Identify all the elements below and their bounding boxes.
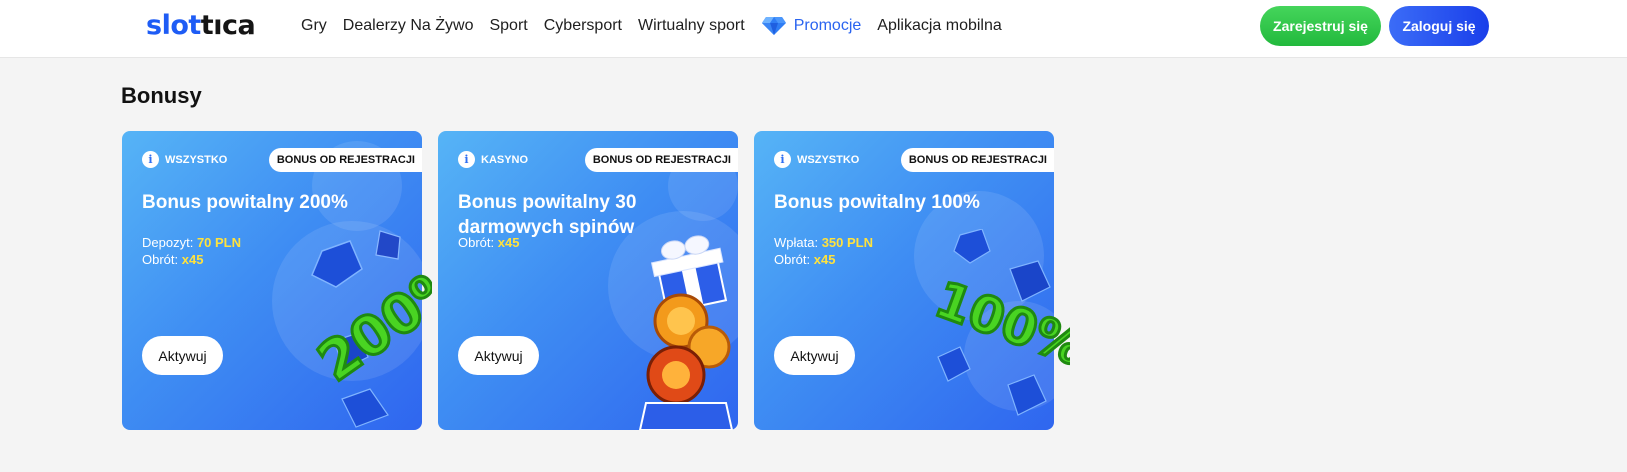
nav-item-live-dealers[interactable]: Dealerzy Na Żywo: [343, 17, 474, 35]
nav-item-mobile-app[interactable]: Aplikacja mobilna: [877, 17, 1002, 35]
detail-label: Depozyt:: [142, 235, 194, 250]
nav-item-cybersport[interactable]: Cybersport: [544, 17, 622, 35]
card-badge: BONUS OD REJESTRACJI: [268, 148, 422, 172]
login-button[interactable]: Zaloguj się: [1389, 6, 1489, 46]
bonus-card: i KASYNO BONUS OD REJESTRACJI Bonus powi…: [438, 131, 738, 430]
diamond-icon: [761, 17, 786, 35]
card-category-label: KASYNO: [481, 153, 529, 166]
nav-item-sport[interactable]: Sport: [489, 17, 527, 35]
info-icon[interactable]: i: [774, 151, 791, 168]
activate-button[interactable]: Aktywuj: [458, 336, 539, 375]
gift-box-image: [636, 235, 746, 430]
detail-value: x45: [181, 252, 204, 267]
card-badge: BONUS OD REJESTRACJI: [584, 148, 738, 172]
card-details: Depozyt: 70 PLN Obrót: x45: [142, 234, 241, 268]
detail-value: 350 PLN: [821, 235, 874, 250]
card-badge: BONUS OD REJESTRACJI: [900, 148, 1054, 172]
bonus-200-percent-image: 200%: [272, 229, 432, 429]
card-title: Bonus powitalny 30 darmowych spinów: [458, 192, 637, 238]
card-category-label: WSZYSTKO: [165, 153, 228, 166]
nav-item-gry[interactable]: Gry: [301, 17, 327, 35]
info-icon[interactable]: i: [142, 151, 159, 168]
card-title: Bonus powitalny 100%: [774, 192, 980, 213]
card-category: i WSZYSTKO: [142, 151, 227, 168]
detail-value: x45: [497, 235, 520, 250]
detail-label: Obrót:: [458, 235, 495, 250]
card-details: Obrót: x45: [458, 234, 519, 251]
top-header: slottıca Gry Dealerzy Na Żywo Sport Cybe…: [0, 0, 1627, 58]
slottica-logo[interactable]: slottıca: [146, 11, 256, 41]
activate-button[interactable]: Aktywuj: [142, 336, 223, 375]
bonus-100-percent-image: 100%: [930, 229, 1070, 429]
main-nav: Gry Dealerzy Na Żywo Sport Cybersport Wi…: [301, 0, 1002, 52]
nav-item-virtual-sport[interactable]: Wirtualny sport: [638, 17, 745, 35]
detail-value: 70 PLN: [196, 235, 242, 250]
card-category: i WSZYSTKO: [774, 151, 859, 168]
nav-item-promotions[interactable]: Promocje: [761, 16, 862, 36]
page-title: Bonusy: [121, 83, 202, 108]
bonus-card: i WSZYSTKO BONUS OD REJESTRACJI Bonus po…: [754, 131, 1070, 430]
card-category-label: WSZYSTKO: [797, 153, 860, 166]
detail-value: x45: [813, 252, 836, 267]
activate-button[interactable]: Aktywuj: [774, 336, 855, 375]
register-button[interactable]: Zarejestruj się: [1260, 6, 1381, 46]
detail-label: Obrót:: [142, 252, 179, 267]
bonus-card: i WSZYSTKO BONUS OD REJESTRACJI Bonus po…: [122, 131, 432, 430]
card-category: i KASYNO: [458, 151, 528, 168]
card-details: Wpłata: 350 PLN Obrót: x45: [774, 234, 873, 268]
detail-label: Obrót:: [774, 252, 811, 267]
nav-item-promotions-label: Promocje: [793, 17, 862, 34]
info-icon[interactable]: i: [458, 151, 475, 168]
card-title: Bonus powitalny 200%: [142, 192, 348, 213]
detail-label: Wpłata:: [774, 235, 819, 250]
